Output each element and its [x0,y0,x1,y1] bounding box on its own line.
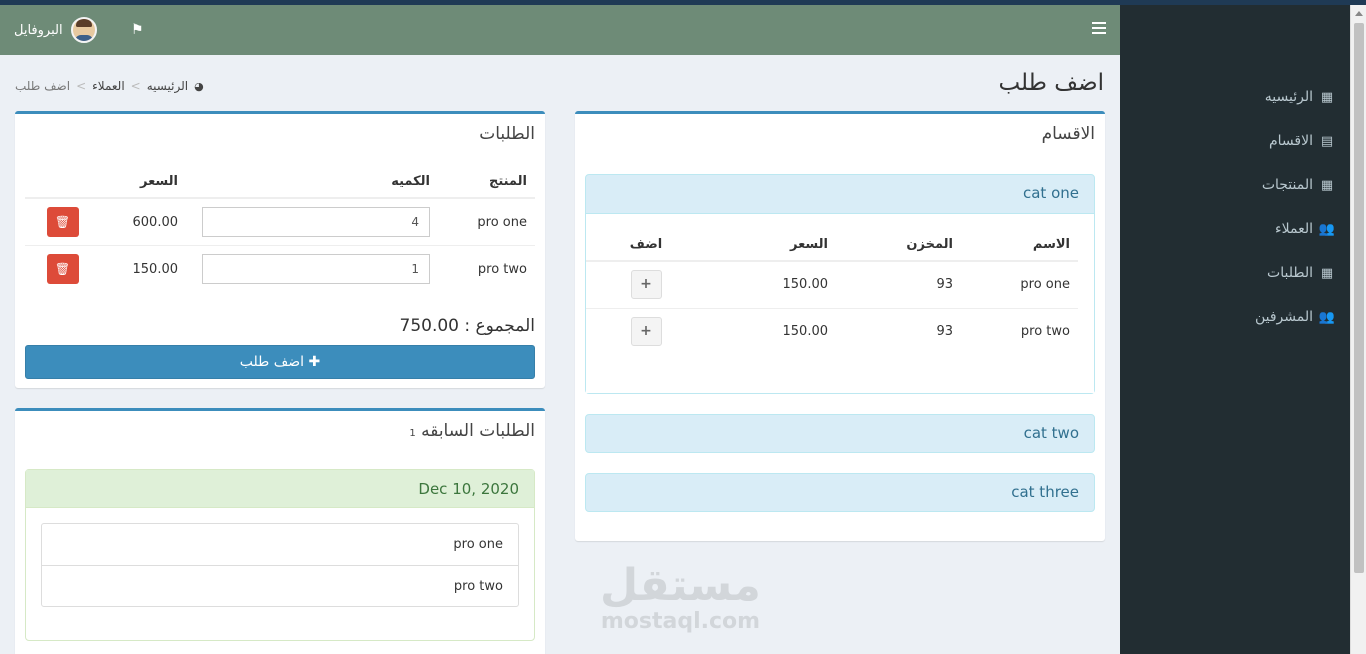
sidebar-item-label: المنتجات [1261,177,1313,193]
cell-name: pro two [961,307,1078,355]
categories-box: الاقسام cat one اضف السعر المخزن الاسم +… [575,111,1105,541]
sidebar-item-categories[interactable]: ▤ الاقسام [1269,133,1335,149]
cell-product: pro two [438,245,535,293]
users-icon: 👥 [1318,309,1335,325]
cell-price: 600.00 [100,197,186,246]
table-row: 🗑 150.00 1 pro two [25,245,535,293]
sidebar-item-label: العملاء [1275,221,1313,237]
category-header[interactable]: cat three [586,474,1094,511]
col-add: اضف [586,229,706,262]
sidebar-item-admins[interactable]: 👥 المشرفين [1255,309,1335,325]
add-order-label: اضف طلب [239,354,305,370]
col-product: المنتج [438,166,535,199]
breadcrumb-separator: > [76,79,87,93]
cell-stock: 93 [836,260,961,308]
col-name: الاسم [961,229,1078,262]
category-header[interactable]: cat one [586,175,1094,212]
list-item: pro one [453,537,503,552]
cell-product: pro one [438,197,535,246]
previous-order-panel: Dec 10, 2020 pro one pro two [25,469,535,641]
profile-menu[interactable]: البروفايل [14,17,97,43]
col-stock: المخزن [836,229,961,262]
page-title: اضف طلب [998,70,1104,96]
cell-price: 150.00 [706,260,836,308]
profile-name[interactable]: البروفايل [14,23,63,38]
sidebar-item-label: المشرفين [1254,309,1313,325]
scrollbar-thumb[interactable] [1354,23,1364,573]
add-order-button[interactable]: ✚ اضف طلب [25,345,535,379]
trash-icon: 🗑 [54,262,71,277]
category-panel-open: cat one اضف السعر المخزن الاسم + 150.00 … [585,174,1095,394]
sidebar-item-orders[interactable]: ▦ الطلبات [1267,265,1335,281]
grid-icon: ▦ [1320,265,1334,281]
watermark: مستقل mostaql.com [600,562,761,634]
previous-orders-title-text: الطلبات السابقه [421,421,535,441]
col-price: السعر [100,166,186,199]
orders-title: الطلبات [479,124,535,144]
dashboard-icon: ◕ [194,79,204,93]
orders-box: الطلبات السعر الكميه المنتج 🗑 600.00 4 p… [15,111,545,388]
list-item: pro two [42,565,518,606]
category-panel[interactable]: cat two [585,414,1095,453]
sidebar-item-label: الرئيسيه [1264,89,1313,105]
table-row: + 150.00 93 pro two [586,307,1078,355]
breadcrumb-home[interactable]: الرئيسيه [147,79,188,93]
sidebar: ▦ الرئيسيه ▤ الاقسام ▦ المنتجات 👥 العملا… [1120,5,1350,654]
grid-icon: ▦ [1320,89,1334,105]
previous-orders-title: الطلبات السابقه 1 [409,421,535,441]
category-body: اضف السعر المخزن الاسم + 150.00 93 pro o… [586,213,1094,393]
order-total: المجموع : 750.00 [399,316,535,336]
count-badge: 1 [409,428,416,439]
cell-name: pro one [961,260,1078,308]
main-header: البروفايل ⚑ [0,5,1120,55]
sidebar-item-home[interactable]: ▦ الرئيسيه [1265,89,1335,105]
quantity-input[interactable]: 4 [202,207,430,237]
users-icon: 👥 [1318,221,1335,237]
delete-button[interactable]: 🗑 [46,254,79,285]
col-price: السعر [706,229,836,262]
flag-icon[interactable]: ⚑ [131,22,144,38]
watermark-arabic: مستقل [600,560,761,611]
order-date[interactable]: Dec 10, 2020 [26,470,534,508]
category-products-table: اضف السعر المخزن الاسم + 150.00 93 pro o… [586,229,1078,355]
hamburger-icon[interactable] [1092,22,1106,34]
cell-price: 150.00 [100,245,186,293]
cell-stock: 93 [836,307,961,355]
col-quantity: الكميه [186,166,438,199]
quantity-input[interactable]: 1 [202,254,430,285]
sidebar-item-label: الاقسام [1269,133,1313,149]
trash-icon: 🗑 [54,215,71,229]
page-scrollbar[interactable] [1350,5,1366,654]
breadcrumb-current: اضف طلب [15,79,71,93]
watermark-latin: mostaql.com [600,609,761,634]
sidebar-item-clients[interactable]: 👥 العملاء [1275,221,1335,237]
previous-order-items: pro one pro two [41,523,519,607]
breadcrumb-separator: > [130,79,141,93]
scroll-up-icon[interactable] [1355,11,1363,16]
category-header[interactable]: cat two [586,415,1094,452]
categories-title: الاقسام [1041,124,1095,144]
category-panel[interactable]: cat three [585,473,1095,512]
add-product-button[interactable]: + [630,317,662,347]
orders-table: السعر الكميه المنتج 🗑 600.00 4 pro one 🗑… [25,166,535,293]
sidebar-item-products[interactable]: ▦ المنتجات [1262,177,1335,193]
cell-price: 150.00 [706,307,836,355]
table-row: 🗑 600.00 4 pro one [25,197,535,246]
plus-icon: ✚ [308,354,321,370]
breadcrumb: ◕ الرئيسيه > العملاء > اضف طلب [15,79,204,93]
book-icon: ▤ [1320,133,1334,149]
table-row: + 150.00 93 pro one [586,260,1078,308]
grid-icon: ▦ [1320,177,1334,193]
sidebar-item-label: الطلبات [1267,265,1313,281]
previous-orders-box: الطلبات السابقه 1 Dec 10, 2020 pro one p… [15,408,545,654]
breadcrumb-clients[interactable]: العملاء [92,79,125,93]
add-product-button[interactable]: + [630,270,662,300]
avatar[interactable] [70,17,97,43]
delete-button[interactable]: 🗑 [46,207,79,237]
